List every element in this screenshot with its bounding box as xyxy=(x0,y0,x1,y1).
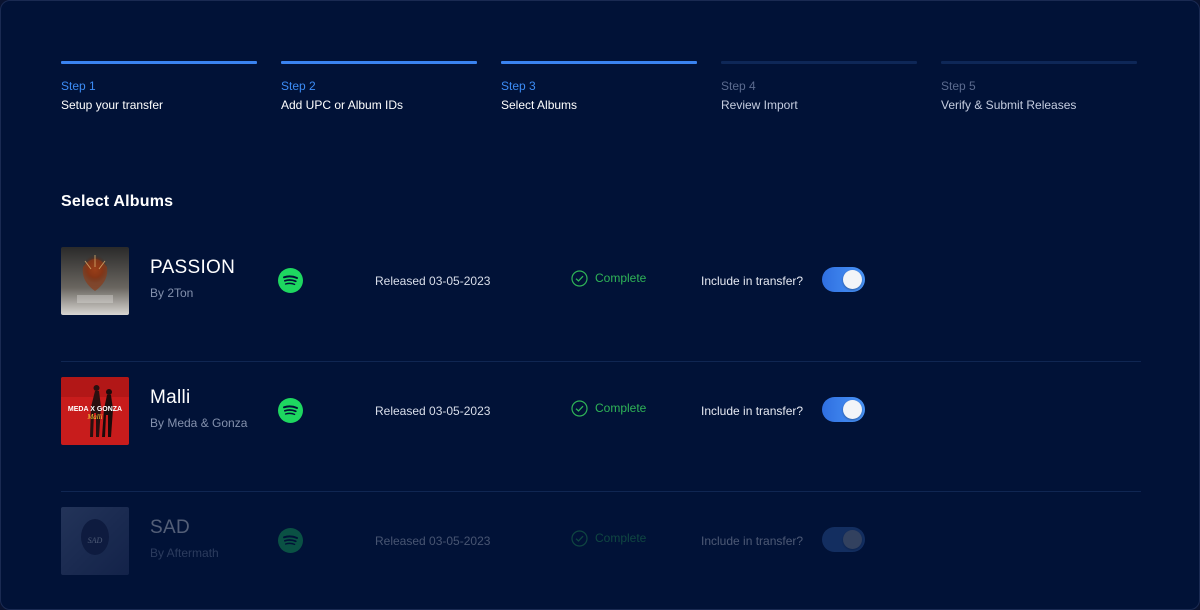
status-text: Complete xyxy=(595,271,647,285)
step-5[interactable]: Step 5 Verify & Submit Releases xyxy=(941,61,1137,112)
album-row-passion: PASSION By 2Ton Released 03-05-2023 Comp… xyxy=(61,231,1141,362)
step-progress-bar xyxy=(61,61,257,64)
step-label: Setup your transfer xyxy=(61,98,164,112)
step-number: Step 4 xyxy=(721,79,756,93)
svg-text:SAD: SAD xyxy=(88,536,103,545)
step-label: Verify & Submit Releases xyxy=(941,98,1077,112)
step-4[interactable]: Step 4 Review Import xyxy=(721,61,917,112)
album-title[interactable]: PASSION xyxy=(150,257,235,279)
toggle-knob xyxy=(843,270,862,289)
album-artist: By 2Ton xyxy=(150,286,194,300)
release-date: Released 03-05-2023 xyxy=(375,404,491,418)
check-circle-icon xyxy=(571,529,588,547)
include-label: Include in transfer? xyxy=(701,274,804,288)
spotify-icon xyxy=(278,528,303,553)
step-label: Select Albums xyxy=(501,98,578,112)
step-number: Step 1 xyxy=(61,79,96,93)
step-number: Step 5 xyxy=(941,79,976,93)
status-text: Complete xyxy=(595,401,647,415)
album-cover xyxy=(61,247,129,315)
include-toggle[interactable] xyxy=(822,527,865,552)
album-artist: By Aftermath xyxy=(150,546,219,560)
status-badge: Complete xyxy=(571,529,646,547)
transfer-wizard-panel: Step 1 Setup your transfer Step 2 Add UP… xyxy=(0,0,1200,610)
step-number: Step 2 xyxy=(281,79,316,93)
step-progress-bar xyxy=(281,61,477,64)
release-date: Released 03-05-2023 xyxy=(375,534,491,548)
step-progress-bar xyxy=(501,61,697,64)
include-toggle[interactable] xyxy=(822,267,865,292)
step-3[interactable]: Step 3 Select Albums xyxy=(501,61,697,112)
toggle-knob xyxy=(843,530,862,549)
album-cover: SAD xyxy=(61,507,129,575)
step-progress-bar xyxy=(721,61,917,64)
spotify-icon xyxy=(278,398,303,423)
svg-text:Malli: Malli xyxy=(86,413,102,421)
step-number: Step 3 xyxy=(501,79,536,93)
include-label: Include in transfer? xyxy=(701,534,804,548)
status-text: Complete xyxy=(595,531,647,545)
include-toggle[interactable] xyxy=(822,397,865,422)
album-cover: MEDA X GONZA Malli xyxy=(61,377,129,445)
section-title: Select Albums xyxy=(61,193,174,210)
check-circle-icon xyxy=(571,269,588,287)
status-badge: Complete xyxy=(571,399,646,417)
include-label: Include in transfer? xyxy=(701,404,804,418)
album-title[interactable]: Malli xyxy=(150,387,191,409)
step-progress-bar xyxy=(941,61,1137,64)
step-1[interactable]: Step 1 Setup your transfer xyxy=(61,61,257,112)
check-circle-icon xyxy=(571,399,588,417)
cover-text: MEDA X GONZA xyxy=(68,406,122,413)
album-artist: By Meda & Gonza xyxy=(150,416,248,430)
album-row-sad: SAD SAD By Aftermath Released 03-05-2023… xyxy=(61,491,1141,609)
album-row-malli: MEDA X GONZA Malli Malli By Meda & Gonza… xyxy=(61,361,1141,492)
step-label: Add UPC or Album IDs xyxy=(281,98,404,112)
album-title[interactable]: SAD xyxy=(150,517,190,539)
spotify-icon xyxy=(278,268,303,293)
status-badge: Complete xyxy=(571,269,646,287)
step-2[interactable]: Step 2 Add UPC or Album IDs xyxy=(281,61,477,112)
release-date: Released 03-05-2023 xyxy=(375,274,491,288)
toggle-knob xyxy=(843,400,862,419)
step-label: Review Import xyxy=(721,98,798,112)
